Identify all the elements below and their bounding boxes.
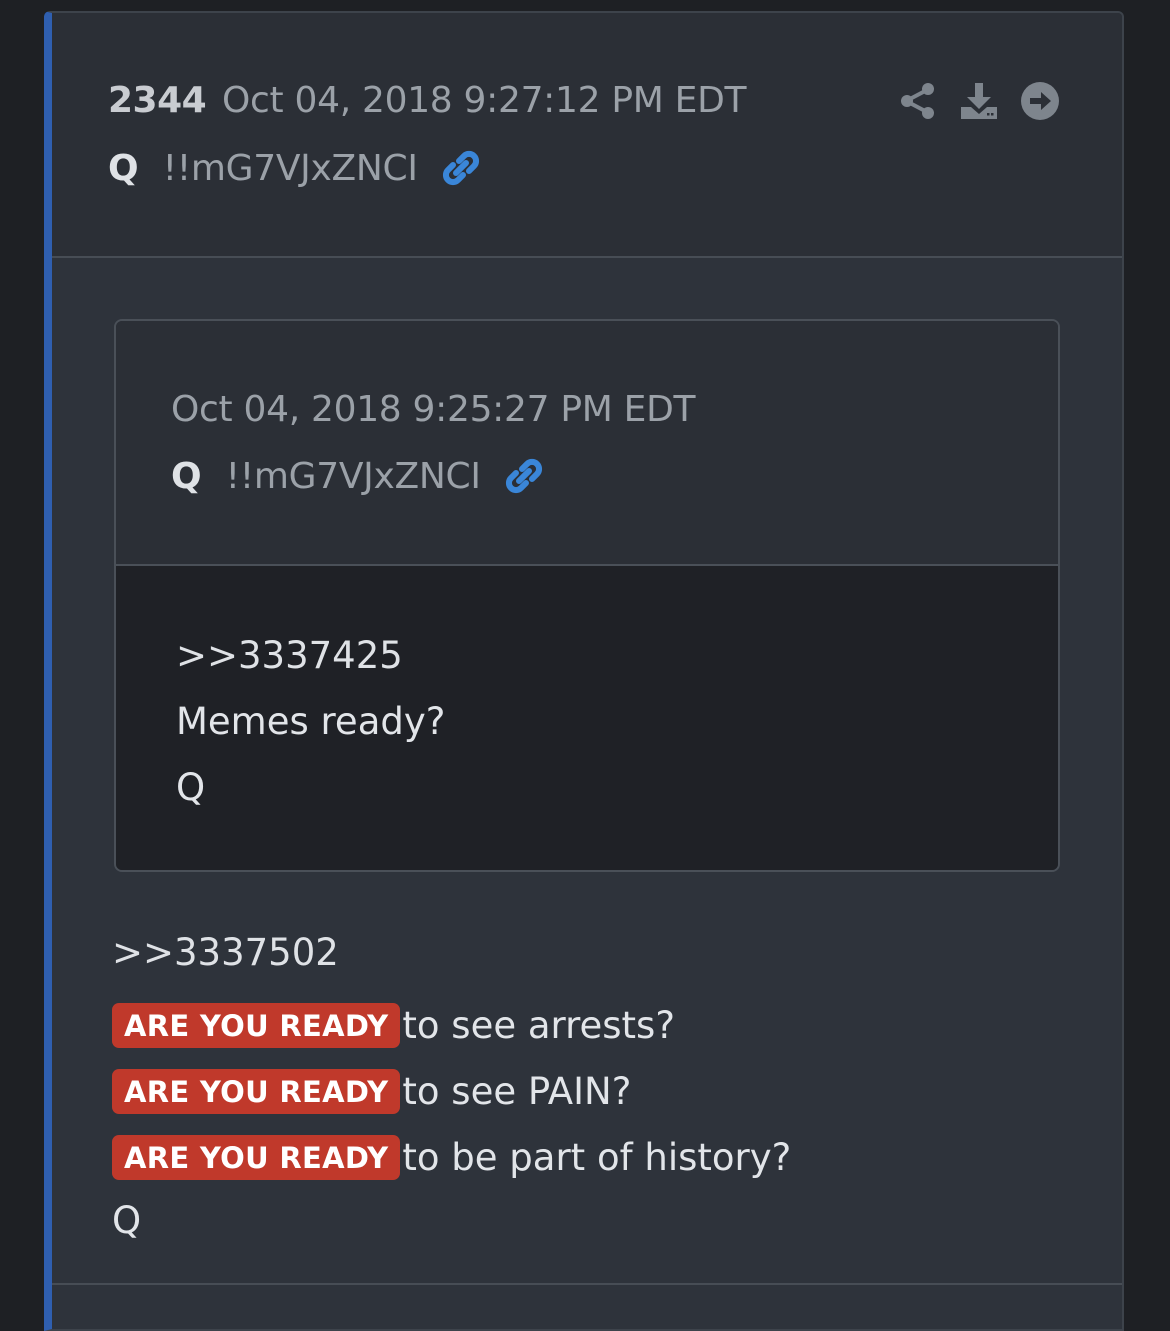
post-header: 2344 Oct 04, 2018 9:27:12 PM EDT Q !!mG7… (52, 13, 1122, 258)
link-icon[interactable] (440, 147, 482, 189)
quoted-post-message: Memes ready? (176, 700, 446, 743)
quoted-author-line: Q !!mG7VJxZNCI (171, 455, 545, 497)
quoted-post-body: >>3337425 Memes ready? Q (116, 566, 1058, 870)
post-tripcode: !!mG7VJxZNCI (162, 147, 418, 189)
quoted-post-signature: Q (176, 766, 206, 809)
quoted-author-name: Q (171, 455, 202, 497)
download-icon[interactable] (959, 81, 999, 121)
quoted-post-header: Oct 04, 2018 9:25:27 PM EDT Q !!mG7VJxZN… (116, 321, 1058, 566)
post-author-line: Q !!mG7VJxZNCI (108, 147, 482, 189)
ready-line-text: to be part of history? (402, 1136, 792, 1179)
share-icon[interactable] (898, 81, 938, 121)
ready-line-text: to see arrests? (402, 1004, 675, 1047)
post-signature: Q (112, 1199, 142, 1242)
link-icon[interactable] (503, 455, 545, 497)
ready-line: ARE YOU READY to be part of history? (112, 1135, 791, 1180)
quoted-post-reference[interactable]: >>3337425 (176, 634, 403, 677)
quoted-post: Oct 04, 2018 9:25:27 PM EDT Q !!mG7VJxZN… (114, 319, 1060, 872)
post-author-name: Q (108, 147, 139, 189)
ready-line-text: to see PAIN? (402, 1070, 632, 1113)
ready-badge: ARE YOU READY (112, 1003, 401, 1048)
quoted-tripcode: !!mG7VJxZNCI (225, 455, 481, 497)
post-divider (52, 1283, 1122, 1285)
arrow-right-circle-icon[interactable] (1020, 81, 1060, 121)
ready-line: ARE YOU READY to see PAIN? (112, 1069, 631, 1114)
post-actions (877, 81, 1060, 121)
post-number[interactable]: 2344 (108, 80, 207, 121)
quoted-post-timestamp: Oct 04, 2018 9:25:27 PM EDT (171, 389, 696, 430)
post-card: 2344 Oct 04, 2018 9:27:12 PM EDT Q !!mG7… (44, 11, 1124, 1331)
post-reference[interactable]: >>3337502 (112, 931, 339, 974)
ready-badge: ARE YOU READY (112, 1069, 401, 1114)
ready-line: ARE YOU READY to see arrests? (112, 1003, 675, 1048)
post-timestamp: Oct 04, 2018 9:27:12 PM EDT (222, 80, 747, 121)
ready-badge: ARE YOU READY (112, 1135, 401, 1180)
